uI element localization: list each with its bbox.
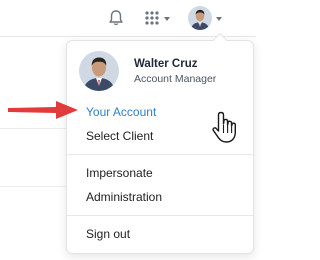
chevron-down-icon [164, 17, 170, 21]
avatar [79, 51, 119, 91]
avatar [188, 6, 212, 30]
menu-item-sign-out[interactable]: Sign out [86, 227, 130, 241]
menu-item-impersonate[interactable]: Impersonate [86, 166, 153, 180]
menu-item-your-account[interactable]: Your Account [86, 105, 156, 119]
page-divider [0, 128, 66, 129]
user-menu-button[interactable] [188, 6, 224, 32]
annotation-arrow-icon [8, 101, 78, 119]
user-dropdown-menu: Walter Cruz Account Manager Your Account… [66, 32, 255, 254]
top-navbar [0, 0, 256, 37]
menu-item-select-client[interactable]: Select Client [86, 129, 153, 143]
menu-divider [67, 154, 253, 155]
menu-item-administration[interactable]: Administration [86, 190, 162, 204]
bell-icon[interactable] [108, 9, 124, 27]
hand-cursor-icon [212, 111, 236, 143]
apps-menu-button[interactable] [144, 10, 174, 26]
chevron-down-icon [216, 17, 222, 21]
menu-divider [67, 215, 253, 216]
page-divider [0, 186, 66, 187]
profile-header: Walter Cruz Account Manager [67, 41, 255, 95]
user-role: Account Manager [134, 73, 217, 85]
apps-grid-icon [145, 11, 159, 25]
user-name: Walter Cruz [134, 58, 198, 70]
